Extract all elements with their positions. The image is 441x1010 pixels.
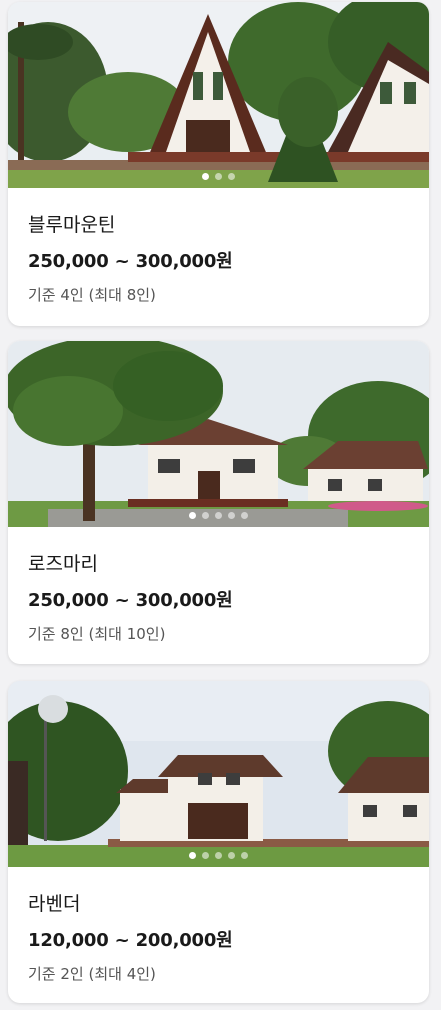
- room-name: 블루마운틴: [28, 214, 116, 236]
- room-photo: [8, 2, 429, 188]
- carousel-dot[interactable]: [202, 512, 209, 519]
- carousel-dot[interactable]: [215, 173, 222, 180]
- room-card-rosemary[interactable]: 로즈마리 250,000 ~ 300,000원 기준 8인 (최대 10인): [8, 341, 429, 664]
- carousel-dot[interactable]: [202, 173, 209, 180]
- room-price: 120,000 ~ 200,000원: [28, 930, 233, 951]
- room-photo: [8, 681, 429, 867]
- room-list: 블루마운틴 250,000 ~ 300,000원 기준 4인 (최대 8인) 로…: [0, 0, 441, 1010]
- room-info: 로즈마리 250,000 ~ 300,000원 기준 8인 (최대 10인): [8, 527, 429, 645]
- room-capacity: 기준 4인 (최대 8인): [28, 286, 156, 304]
- room-card-blue-mountain[interactable]: 블루마운틴 250,000 ~ 300,000원 기준 4인 (최대 8인): [8, 2, 429, 326]
- room-price: 250,000 ~ 300,000원: [28, 590, 233, 611]
- carousel-dot[interactable]: [202, 852, 209, 859]
- carousel-dot[interactable]: [215, 512, 222, 519]
- carousel-dots: [8, 512, 429, 519]
- room-card-lavender[interactable]: 라벤더 120,000 ~ 200,000원 기준 2인 (최대 4인): [8, 681, 429, 1003]
- room-name: 로즈마리: [28, 553, 98, 575]
- room-photo-carousel[interactable]: [8, 681, 429, 867]
- room-photo-carousel[interactable]: [8, 2, 429, 188]
- carousel-dot[interactable]: [215, 852, 222, 859]
- carousel-dots: [8, 852, 429, 859]
- carousel-dot[interactable]: [228, 173, 235, 180]
- room-name: 라벤더: [28, 893, 81, 915]
- carousel-dot[interactable]: [241, 852, 248, 859]
- room-photo-carousel[interactable]: [8, 341, 429, 527]
- room-capacity: 기준 2인 (최대 4인): [28, 965, 156, 983]
- carousel-dot[interactable]: [228, 852, 235, 859]
- room-photo: [8, 341, 429, 527]
- room-price: 250,000 ~ 300,000원: [28, 251, 233, 272]
- room-capacity: 기준 8인 (최대 10인): [28, 625, 166, 643]
- carousel-dot[interactable]: [228, 512, 235, 519]
- room-info: 라벤더 120,000 ~ 200,000원 기준 2인 (최대 4인): [8, 867, 429, 985]
- carousel-dot[interactable]: [241, 512, 248, 519]
- carousel-dot[interactable]: [189, 512, 196, 519]
- room-info: 블루마운틴 250,000 ~ 300,000원 기준 4인 (최대 8인): [8, 188, 429, 306]
- carousel-dots: [8, 173, 429, 180]
- carousel-dot[interactable]: [189, 852, 196, 859]
